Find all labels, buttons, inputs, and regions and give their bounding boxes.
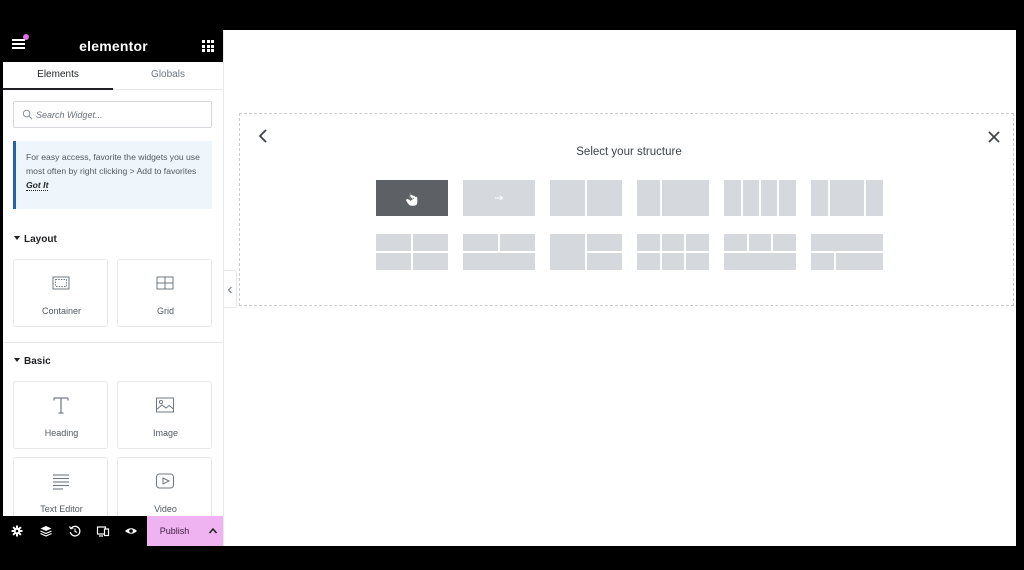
caret-down-icon — [14, 236, 20, 241]
chevron-left-icon — [227, 286, 232, 294]
search-input[interactable] — [36, 106, 206, 124]
hand-cursor-icon — [406, 192, 418, 206]
category-title: Layout — [24, 234, 57, 245]
widget-video[interactable]: Video — [117, 457, 212, 525]
publish-options-button[interactable] — [202, 516, 223, 546]
letterbox-bottom — [0, 546, 1024, 570]
text-editor-icon — [53, 474, 69, 490]
widget-image[interactable]: Image — [117, 381, 212, 449]
letterbox-top — [0, 0, 1024, 30]
widget-grid[interactable]: Grid — [117, 259, 212, 327]
chevron-up-icon — [208, 527, 218, 534]
structure-preset-25-50-25[interactable] — [811, 180, 883, 216]
got-it-link[interactable]: Got It — [26, 180, 49, 191]
widget-label: Image — [152, 428, 178, 438]
panel-tabs: Elements Globals — [3, 62, 223, 90]
back-chevron-icon[interactable] — [256, 127, 270, 145]
sidebar-footer: Publish — [3, 516, 223, 546]
editor-sidebar: elementor Elements Globals For easy acce… — [3, 30, 224, 546]
structure-selector — [239, 113, 1014, 306]
grid-icon — [156, 276, 174, 290]
favorites-notice: For easy access, favorite the widgets yo… — [13, 141, 212, 209]
structure-preset-4-columns[interactable] — [724, 180, 796, 216]
screen: elementor Elements Globals For easy acce… — [0, 0, 1024, 570]
category-layout[interactable]: Layout — [14, 234, 57, 245]
category-title: Basic — [24, 356, 51, 367]
structure-preset-2-top-1-bottom[interactable] — [463, 234, 535, 270]
layers-icon[interactable] — [39, 524, 53, 538]
structure-preset-1-column[interactable] — [376, 180, 448, 216]
image-icon — [156, 397, 174, 413]
widget-label: Heading — [44, 428, 79, 438]
history-icon[interactable] — [68, 524, 82, 538]
widget-label: Video — [154, 504, 177, 514]
notice-text: For easy access, favorite the widgets yo… — [26, 152, 200, 176]
structure-preset-3-top-1-bottom[interactable] — [724, 234, 796, 270]
collapse-panel-handle[interactable] — [224, 270, 237, 308]
video-icon — [156, 473, 174, 489]
structure-preset-2-columns[interactable] — [550, 180, 622, 216]
structure-preset-1-left-2-right[interactable] — [550, 234, 622, 270]
preview-icon[interactable] — [124, 524, 138, 538]
search-box — [13, 101, 212, 128]
category-basic[interactable]: Basic — [14, 356, 51, 367]
category-divider — [3, 342, 223, 343]
widget-label: Text Editor — [40, 504, 83, 514]
publish-button[interactable]: Publish — [147, 516, 202, 546]
letterbox-right — [1016, 30, 1024, 546]
structure-preset-33-66[interactable] — [637, 180, 709, 216]
arrow-right-icon — [495, 195, 504, 201]
tab-globals[interactable]: Globals — [113, 62, 223, 90]
tab-elements[interactable]: Elements — [3, 62, 113, 90]
structure-preset-1-column-alt[interactable] — [463, 180, 535, 216]
structure-preset-3x2-grid[interactable] — [637, 234, 709, 270]
structure-preset-2x2-grid[interactable] — [376, 234, 448, 270]
caret-down-icon — [14, 358, 20, 363]
structure-preset-1-top-2-bottom[interactable] — [811, 234, 883, 270]
container-icon — [52, 276, 70, 290]
structure-title: Select your structure — [576, 146, 682, 158]
widget-label: Grid — [156, 306, 174, 316]
responsive-icon[interactable] — [96, 524, 110, 538]
widget-container[interactable]: Container — [13, 259, 108, 327]
heading-icon — [53, 397, 69, 414]
widget-heading[interactable]: Heading — [13, 381, 108, 449]
widget-text-editor[interactable]: Text Editor — [13, 457, 108, 525]
sidebar-header: elementor — [3, 30, 223, 62]
app-logo: elementor — [79, 38, 148, 54]
close-icon[interactable] — [986, 129, 1002, 145]
settings-icon[interactable] — [10, 524, 24, 538]
search-icon — [22, 109, 33, 120]
widget-label: Container — [41, 306, 82, 316]
widgets-grid-icon[interactable] — [202, 40, 214, 52]
